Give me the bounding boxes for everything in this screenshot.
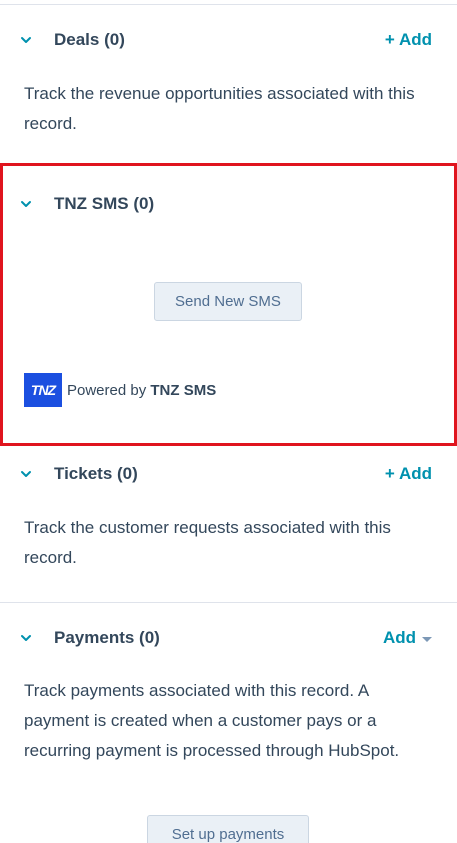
- powered-by-prefix: Powered by: [67, 382, 147, 399]
- caret-down-icon[interactable]: [422, 636, 432, 642]
- deals-title[interactable]: Deals (0): [54, 30, 125, 50]
- section-divider: [0, 602, 457, 603]
- chevron-down-icon[interactable]: [19, 33, 33, 47]
- deals-add-button[interactable]: + Add: [385, 30, 432, 50]
- payments-add-dropdown[interactable]: Add: [383, 628, 432, 648]
- deals-description: Track the revenue opportunities associat…: [24, 84, 415, 133]
- deals-header[interactable]: Deals (0) + Add: [0, 25, 457, 55]
- send-new-sms-button[interactable]: Send New SMS: [154, 282, 302, 321]
- tnz-sms-title[interactable]: TNZ SMS (0): [54, 194, 154, 214]
- setup-payments-button[interactable]: Set up payments: [147, 815, 309, 843]
- tickets-add-button[interactable]: + Add: [385, 464, 432, 484]
- tickets-description: Track the customer requests associated w…: [24, 518, 391, 567]
- payments-title[interactable]: Payments (0): [54, 628, 160, 648]
- tnz-sms-header[interactable]: TNZ SMS (0): [0, 189, 457, 219]
- chevron-down-icon[interactable]: [19, 467, 33, 481]
- payments-description: Track payments associated with this reco…: [24, 681, 400, 760]
- tnz-logo: TNZ: [24, 373, 62, 407]
- chevron-down-icon[interactable]: [19, 631, 33, 645]
- payments-header[interactable]: Payments (0) Add: [0, 623, 457, 653]
- powered-by-text: Powered by TNZ SMS: [67, 382, 216, 399]
- chevron-down-icon[interactable]: [19, 197, 33, 211]
- payments-add-label[interactable]: Add: [383, 628, 416, 648]
- tickets-title[interactable]: Tickets (0): [54, 464, 138, 484]
- tickets-header[interactable]: Tickets (0) + Add: [0, 459, 457, 489]
- top-divider: [0, 4, 457, 5]
- powered-by-brand: TNZ SMS: [150, 382, 217, 399]
